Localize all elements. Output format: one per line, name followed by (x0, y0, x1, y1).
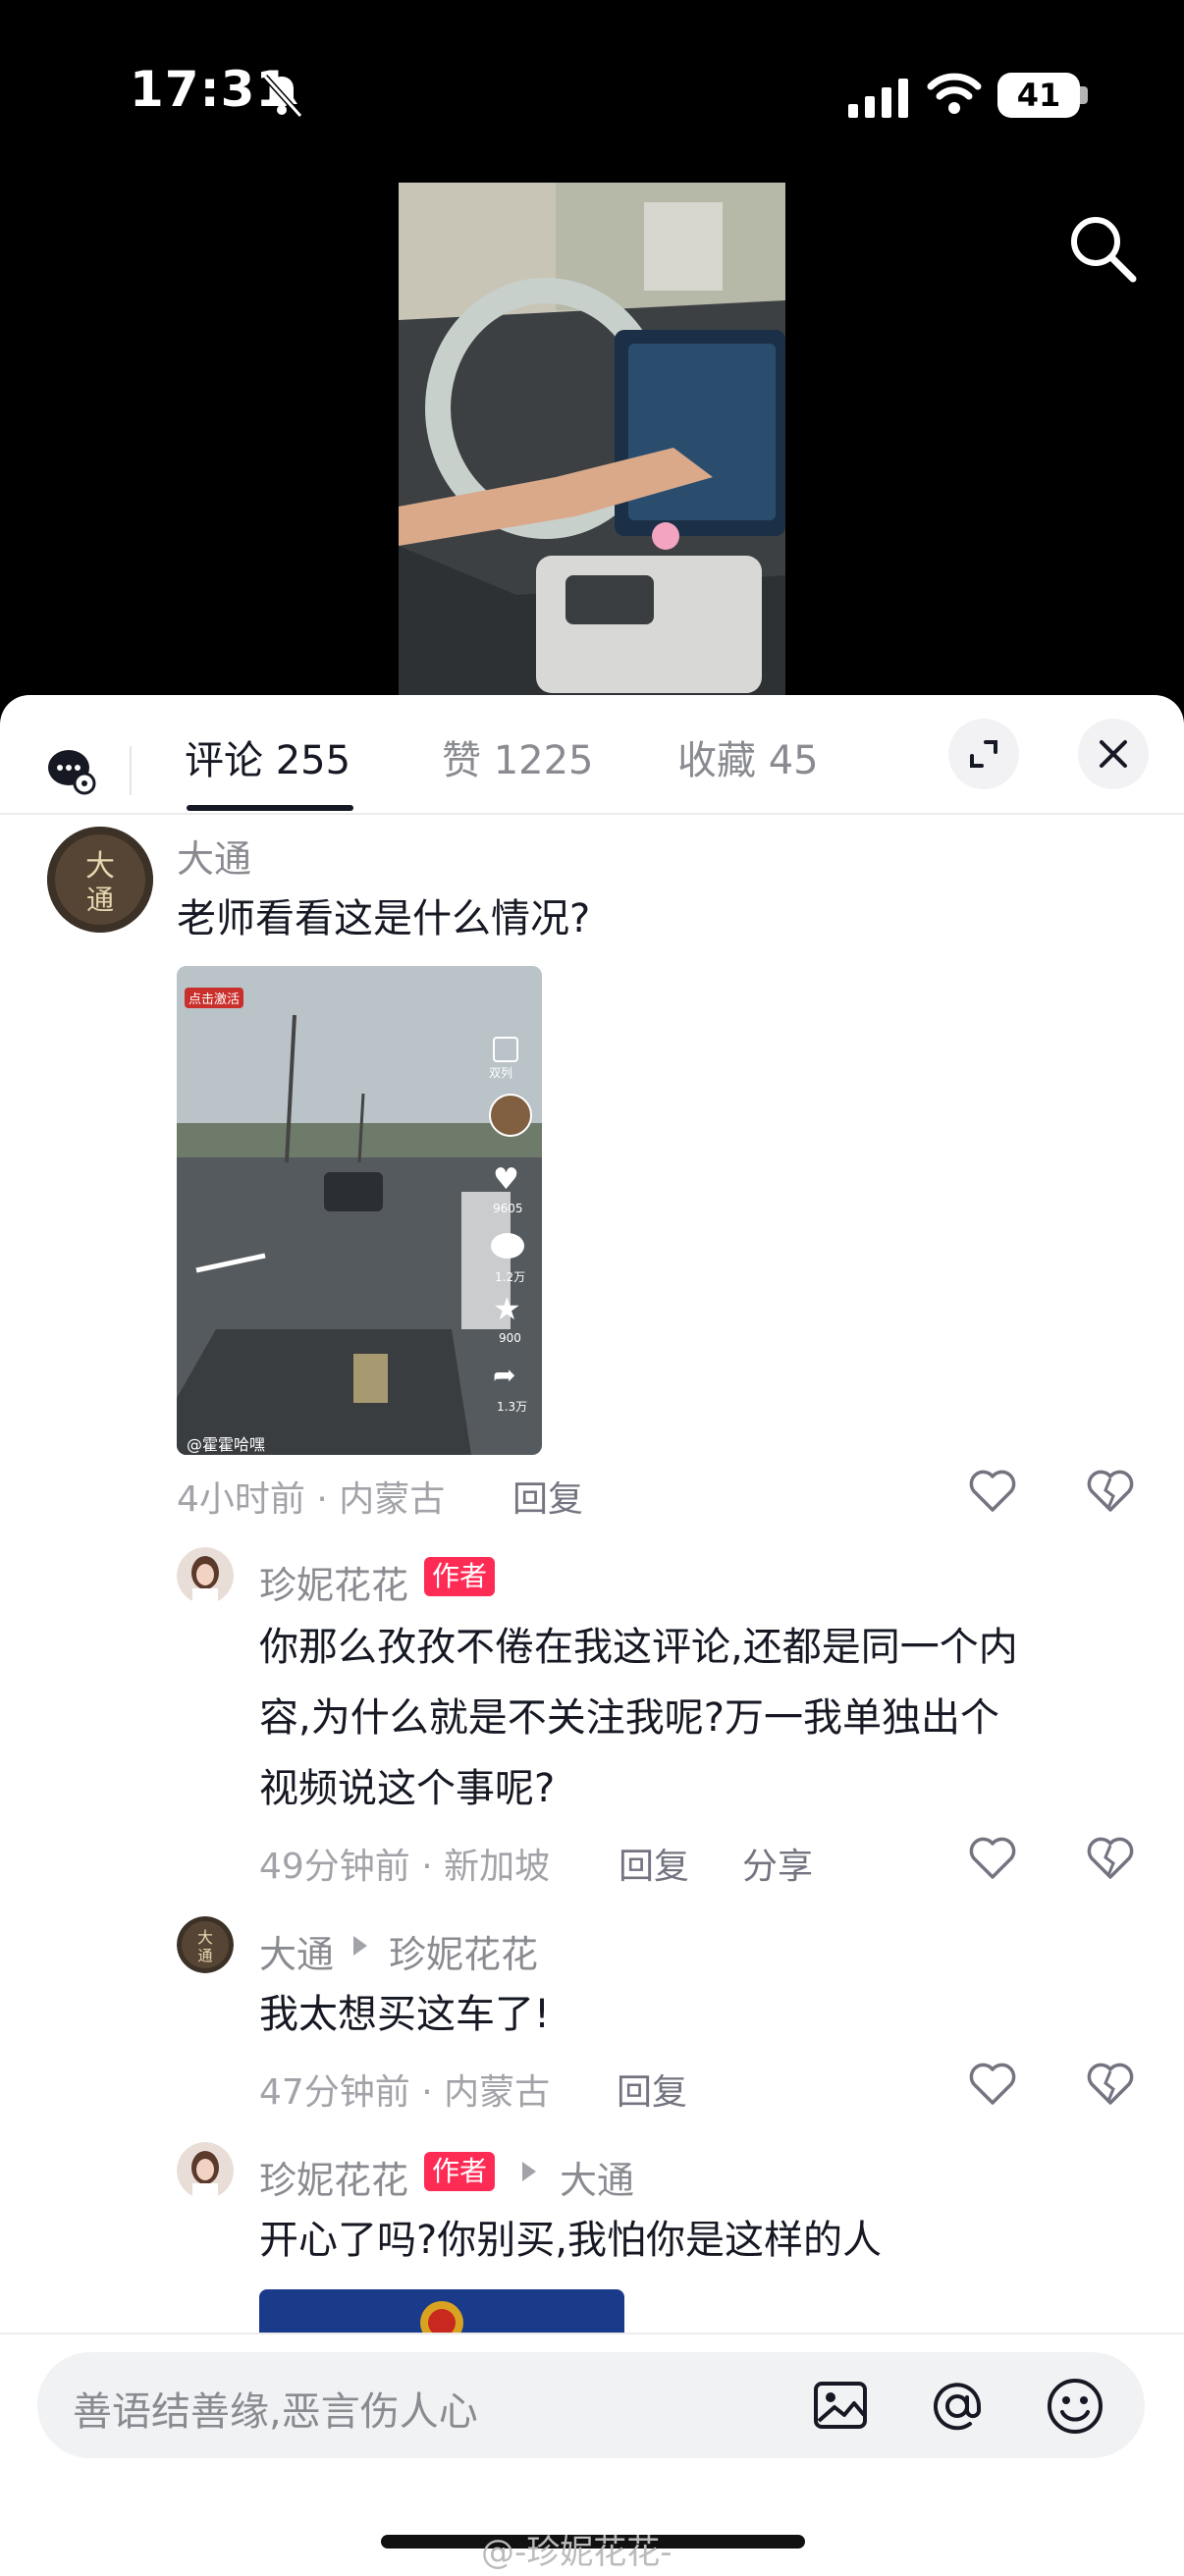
share-button[interactable]: 分享 (742, 1838, 813, 1889)
watermark: @-珍妮花花- (481, 2533, 673, 2572)
comment-text-line-3: 视频说这个事呢? (259, 1766, 556, 1811)
comment-text-line-2: 容,为什么就是不关注我呢?万一我单独出个 (259, 1695, 999, 1741)
dislike-broken-heart-icon[interactable] (1086, 2062, 1135, 2107)
dislike-broken-heart-icon[interactable] (1086, 1836, 1135, 1881)
comment-text: 老师看看这是什么情况? (177, 896, 591, 941)
close-button[interactable] (1078, 719, 1149, 789)
police-emblem-image (420, 2301, 463, 2333)
comment-text: 我太想买这车了! (259, 1992, 551, 2037)
embedded-video-tag: 点击激活 (185, 988, 244, 1008)
battery-level: 41 (1016, 77, 1061, 114)
avatar-image (177, 1547, 234, 1604)
reply-button[interactable]: 回复 (617, 2064, 687, 2115)
cellular-signal-icon (848, 79, 908, 118)
comment-username[interactable]: 珍妮花花 (259, 1555, 408, 1609)
reply-button[interactable]: 回复 (512, 1471, 583, 1522)
comment-username[interactable]: 珍妮花花 (259, 2150, 408, 2204)
image-icon[interactable] (811, 2376, 870, 2435)
active-tab-indicator (187, 805, 353, 811)
embedded-star-icon: ★ (493, 1290, 521, 1327)
comment-meta: 47分钟前 · 内蒙古 (259, 2072, 551, 2113)
chat-settings-icon[interactable] (47, 748, 98, 795)
avatar-image: 大 通 (47, 827, 153, 933)
embedded-video-thumbnail[interactable]: 点击激活 双列 ♥ 9605 1.2万 ★ 900 ➦ 1.3万 @霍霍哈嘿 (177, 966, 542, 1455)
embedded-shares-count: 1.3万 (497, 1400, 528, 1414)
avatar-zhenni[interactable] (177, 2142, 234, 2199)
battery-indicator: 41 (997, 73, 1080, 118)
embedded-share-icon: ➦ (493, 1359, 516, 1391)
comment-username[interactable]: 大通 (177, 829, 251, 883)
embedded-image-thumbnail[interactable] (259, 2289, 624, 2333)
svg-text:大: 大 (85, 849, 115, 884)
tab-divider (130, 746, 132, 795)
search-icon[interactable] (1064, 210, 1139, 285)
avatar-datong[interactable]: 大 通 (177, 1916, 234, 1973)
embedded-comment-icon (491, 1233, 524, 1259)
comment-text: 开心了吗?你别买,我怕你是这样的人 (259, 2218, 882, 2263)
comment-text-line-1: 你那么孜孜不倦在我这评论,还都是同一个内 (259, 1625, 1018, 1670)
dislike-broken-heart-icon[interactable] (1086, 1469, 1135, 1514)
wifi-icon (927, 73, 982, 114)
reply-arrow-icon (522, 2162, 536, 2181)
battery-tip (1080, 86, 1088, 104)
comment-input-placeholder[interactable]: 善语结善缘,恶言伤人心 (73, 2380, 478, 2437)
close-icon (1100, 740, 1127, 768)
reply-button[interactable]: 回复 (619, 1838, 689, 1889)
like-heart-icon[interactable] (968, 2062, 1017, 2107)
reply-to-username[interactable]: 大通 (560, 2150, 634, 2204)
comment-username[interactable]: 大通 (259, 1924, 334, 1978)
embedded-comments-count: 1.2万 (495, 1270, 526, 1284)
expand-button[interactable] (948, 719, 1019, 789)
embedded-video-handle: @霍霍哈嘿 (187, 1435, 266, 1454)
embedded-stars-count: 900 (499, 1331, 521, 1345)
embedded-likes-count: 9605 (493, 1202, 523, 1215)
like-heart-icon[interactable] (968, 1469, 1017, 1514)
author-badge: 作者 (424, 2152, 496, 2191)
minimize-icon (493, 1037, 518, 1062)
comment-meta: 49分钟前 · 新加坡 (259, 1847, 551, 1887)
avatar-image: 大 通 (177, 1916, 234, 1973)
video-frame-image (399, 183, 785, 703)
expand-icon (970, 740, 997, 768)
embedded-heart-icon: ♥ (493, 1162, 519, 1197)
avatar-image (177, 2142, 234, 2199)
svg-text:通: 通 (197, 1947, 212, 1964)
svg-text:通: 通 (86, 884, 114, 916)
like-heart-icon[interactable] (968, 1836, 1017, 1881)
emoji-icon[interactable] (1045, 2376, 1105, 2437)
reply-arrow-icon (353, 1936, 367, 1956)
svg-text:大: 大 (197, 1928, 213, 1947)
embedded-video-corner-label: 双列 (489, 1066, 513, 1080)
avatar-datong[interactable]: 大 通 (47, 827, 153, 933)
embedded-video-image (177, 966, 542, 1455)
mention-at-icon[interactable] (927, 2376, 988, 2437)
reply-to-username[interactable]: 珍妮花花 (389, 1924, 538, 1978)
bell-muted-icon (262, 74, 303, 119)
tab-favorites[interactable]: 收藏 45 (677, 728, 819, 785)
video-player[interactable] (399, 183, 785, 703)
avatar-zhenni[interactable] (177, 1547, 234, 1604)
author-badge: 作者 (424, 1557, 496, 1596)
embedded-avatar (489, 1094, 532, 1137)
tab-comments[interactable]: 评论 255 (185, 728, 350, 785)
comment-meta: 4小时前 · 内蒙古 (177, 1479, 446, 1520)
tab-likes[interactable]: 赞 1225 (442, 728, 594, 785)
